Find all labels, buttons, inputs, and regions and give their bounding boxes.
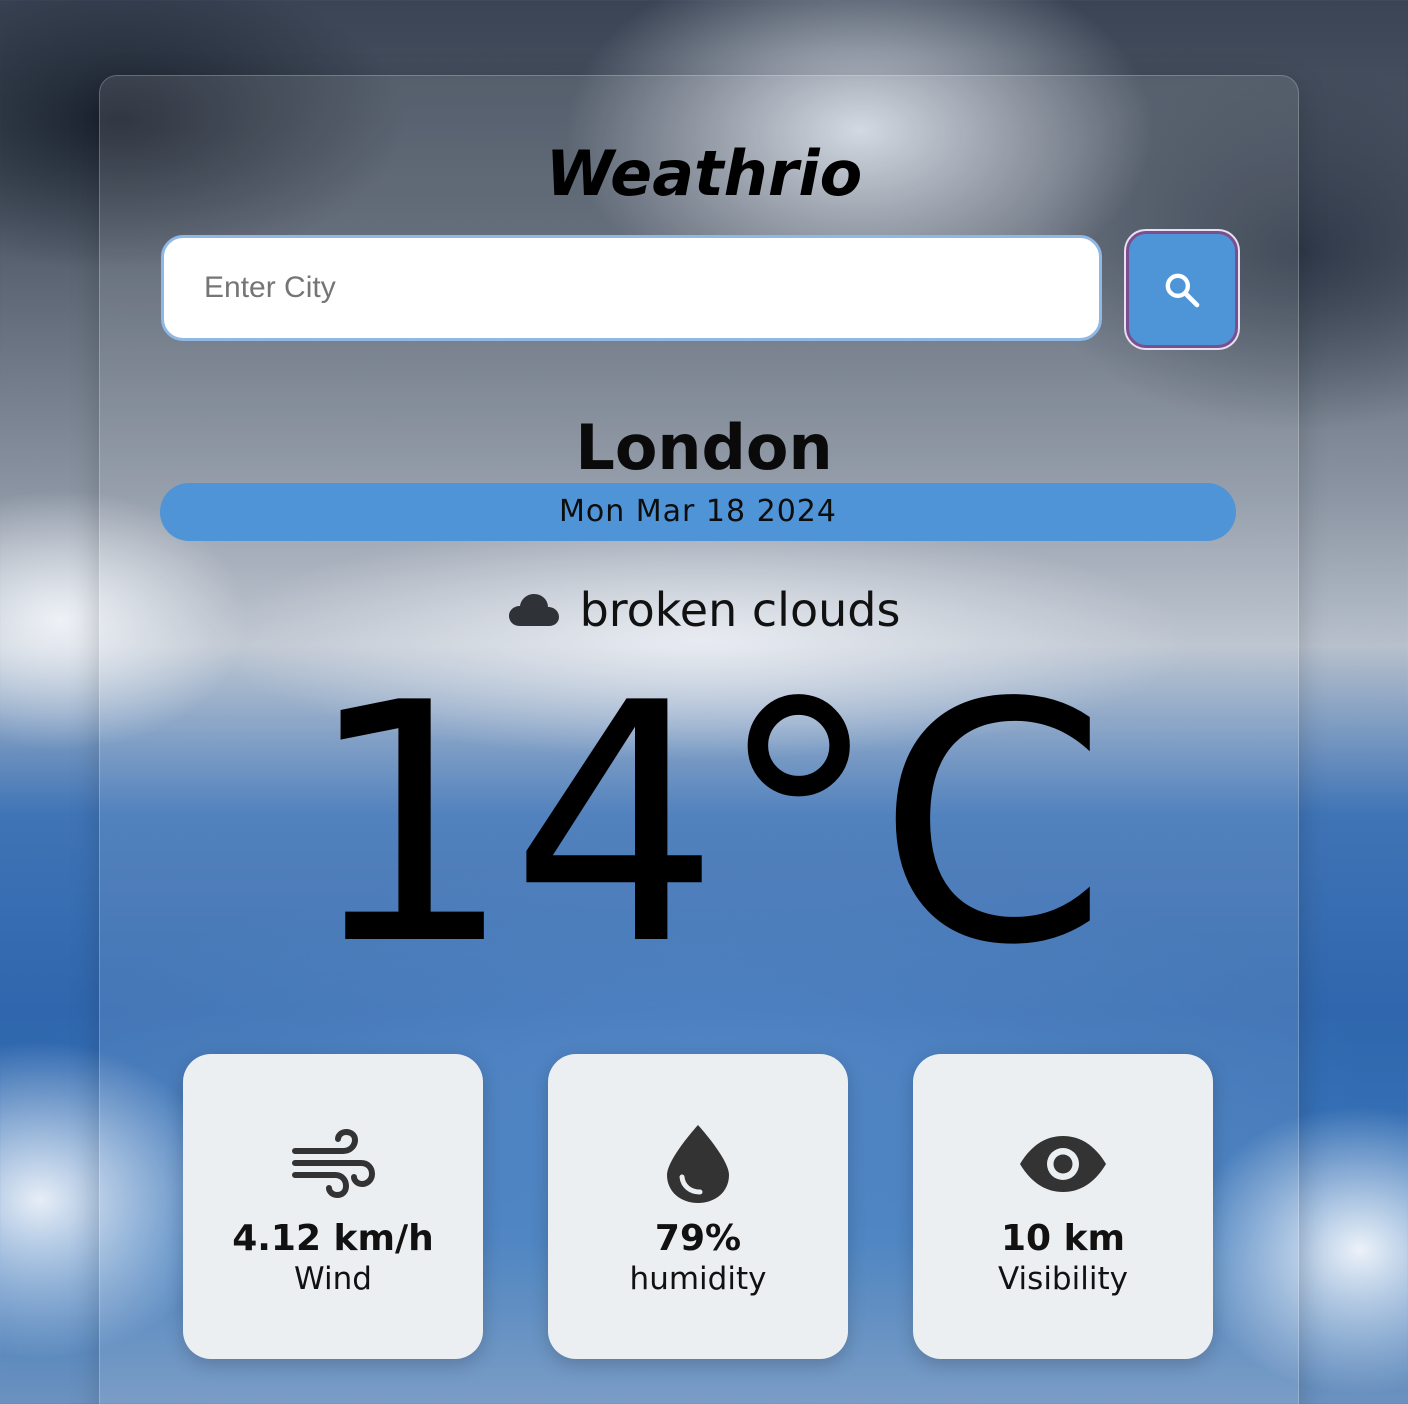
wind-icon: [292, 1129, 375, 1199]
humidity-card: 79% humidity: [548, 1054, 848, 1359]
water-drop-icon: [667, 1125, 729, 1203]
temperature: 14°C: [304, 633, 1107, 1017]
city-name: London: [575, 411, 833, 484]
visibility-card: 10 km Visibility: [913, 1054, 1213, 1359]
visibility-label: Visibility: [998, 1261, 1128, 1297]
wind-value: 4.12 km/h: [232, 1218, 434, 1259]
eye-icon: [1020, 1136, 1106, 1192]
wind-card: 4.12 km/h Wind: [183, 1054, 483, 1359]
search-button[interactable]: [1126, 231, 1238, 348]
humidity-label: humidity: [629, 1261, 767, 1297]
city-search-input[interactable]: [161, 235, 1102, 341]
app-title: Weathrio: [545, 137, 863, 210]
wind-label: Wind: [294, 1261, 372, 1297]
humidity-value: 79%: [654, 1218, 742, 1259]
cloud-icon: [508, 594, 559, 626]
date-text: Mon Mar 18 2024: [559, 494, 837, 529]
search-icon: [1165, 273, 1200, 307]
visibility-value: 10 km: [1000, 1218, 1126, 1259]
date-bar: Mon Mar 18 2024: [160, 483, 1236, 541]
